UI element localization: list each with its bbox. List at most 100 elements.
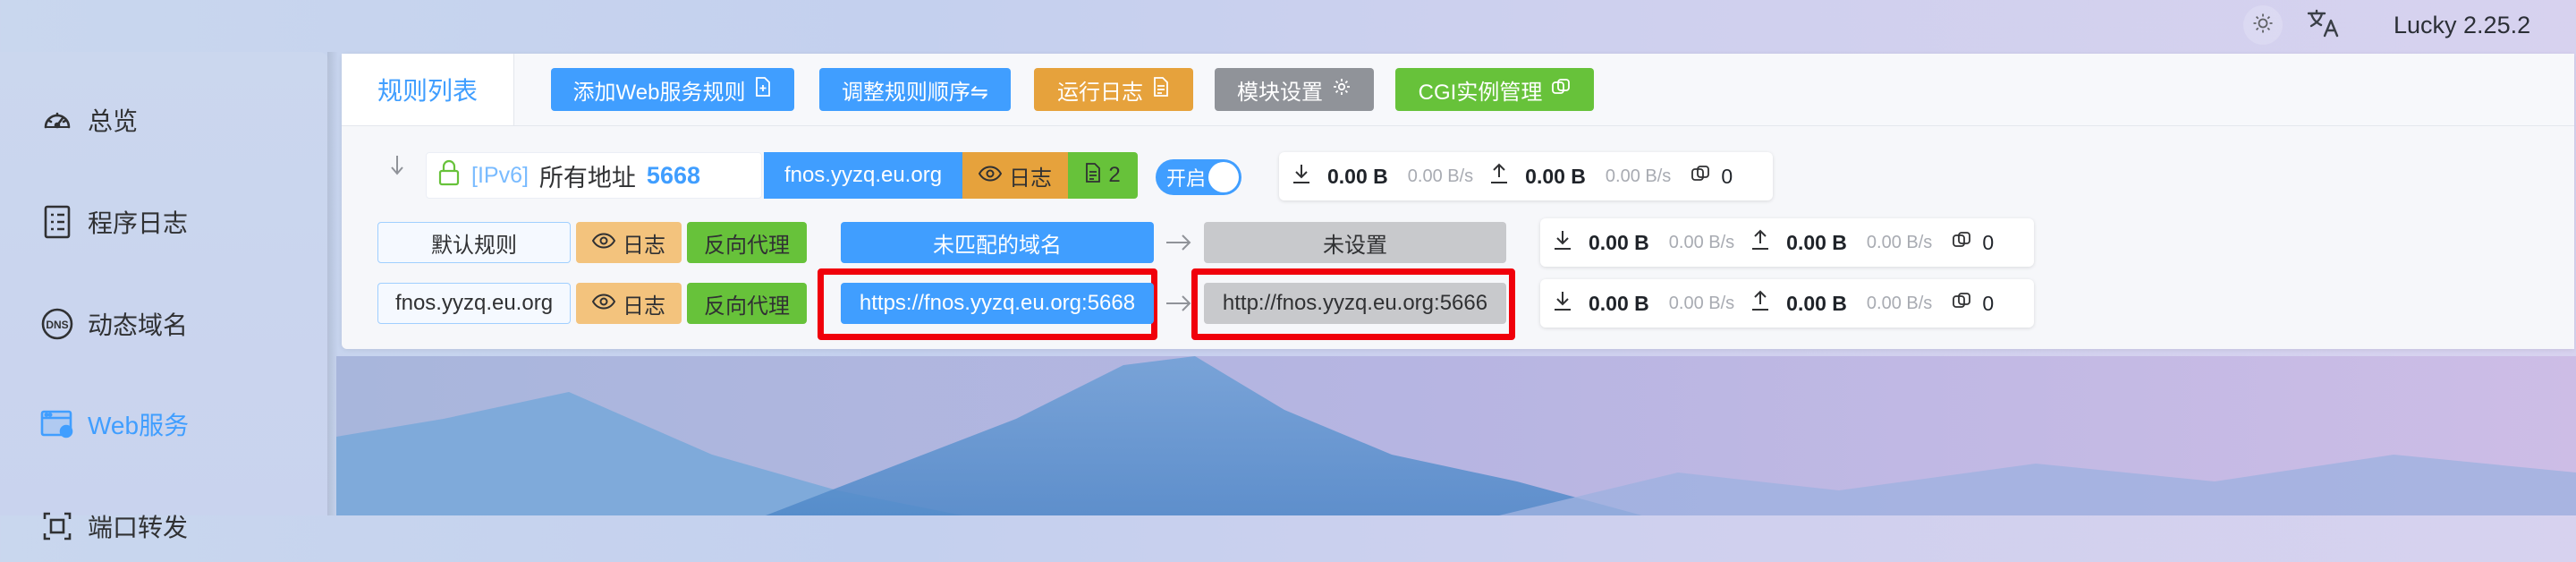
run-log-label: 运行日志 bbox=[1057, 80, 1143, 105]
dns-icon: DNS bbox=[38, 304, 77, 344]
sidebar-item-web-service[interactable]: Web服务 bbox=[0, 388, 329, 460]
sub-rule-log-label: 日志 bbox=[623, 233, 665, 258]
upload-rate: 0.00 B/s bbox=[1866, 232, 1933, 252]
sidebar-item-label: 程序日志 bbox=[88, 209, 189, 237]
upload-total: 0.00 B bbox=[1786, 230, 1847, 254]
top-bar: Lucky 2.25.2 bbox=[0, 0, 2576, 52]
connection-count: 0 bbox=[1721, 164, 1733, 188]
sub-rule-traffic-stats: 0.00 B 0.00 B/s 0.00 B 0.00 B/s 0 bbox=[1540, 279, 2034, 328]
connections-icon bbox=[1952, 230, 1971, 255]
eye-icon bbox=[978, 163, 1003, 188]
upload-icon bbox=[1750, 290, 1770, 317]
log-file-icon bbox=[38, 202, 77, 242]
connection-count: 0 bbox=[1982, 291, 1995, 315]
arrow-down-icon[interactable] bbox=[390, 154, 404, 180]
switch-label: 开启 bbox=[1166, 167, 1207, 190]
language-button[interactable] bbox=[2302, 7, 2345, 43]
connections-icon bbox=[1690, 164, 1710, 189]
sub-rule-name-tag: 默认规则 bbox=[377, 222, 571, 263]
download-icon bbox=[1553, 229, 1572, 256]
document-icon bbox=[1085, 162, 1101, 189]
download-total: 0.00 B bbox=[1589, 291, 1649, 315]
run-log-button[interactable]: 运行日志 bbox=[1034, 68, 1193, 111]
sub-rule-count: 2 bbox=[1108, 163, 1121, 187]
download-icon bbox=[1292, 163, 1311, 190]
eye-icon bbox=[591, 291, 616, 316]
sidebar-item-label: Web服务 bbox=[88, 412, 190, 439]
upload-icon bbox=[1489, 163, 1509, 190]
sub-rule-name-tag: fnos.yyzq.eu.org bbox=[377, 283, 571, 324]
sub-rule-target-tag: http://fnos.yyzq.eu.org:5666 bbox=[1204, 283, 1506, 324]
upload-total: 0.00 B bbox=[1525, 164, 1586, 188]
cgi-manage-button[interactable]: CGI实例管理 bbox=[1395, 68, 1594, 111]
web-service-panel: 规则列表 添加Web服务规则 调整规则顺序⇋ 运行日志 模块设置 CGI实例管理 bbox=[342, 54, 2574, 349]
sidebar-item-label: 动态域名 bbox=[88, 311, 189, 339]
listen-address-tag: [IPv6] 所有地址 5668 bbox=[426, 152, 762, 199]
download-total: 0.00 B bbox=[1589, 230, 1649, 254]
file-add-icon bbox=[754, 76, 772, 103]
download-icon bbox=[1553, 290, 1572, 317]
download-rate: 0.00 B/s bbox=[1407, 166, 1474, 186]
lock-icon bbox=[437, 159, 461, 192]
theme-toggle-button[interactable] bbox=[2243, 5, 2283, 45]
connection-count: 0 bbox=[1982, 230, 1995, 254]
download-total: 0.00 B bbox=[1327, 164, 1388, 188]
sun-icon bbox=[2252, 13, 2274, 38]
sub-rule-log-label: 日志 bbox=[623, 294, 665, 319]
module-settings-button[interactable]: 模块设置 bbox=[1215, 68, 1374, 111]
rule-traffic-stats: 0.00 B 0.00 B/s 0.00 B 0.00 B/s 0 bbox=[1279, 152, 1773, 200]
background-landscape bbox=[336, 356, 2576, 515]
arrow-right-icon bbox=[1165, 293, 1193, 319]
svg-text:DNS: DNS bbox=[46, 319, 68, 331]
sidebar: 总览 程序日志 DNS 动态域名 Web服务 端口转发 bbox=[0, 52, 329, 541]
upload-icon bbox=[1750, 229, 1770, 256]
listen-port-label: 5668 bbox=[646, 161, 700, 189]
web-service-icon bbox=[38, 404, 77, 444]
document-icon bbox=[1152, 76, 1170, 103]
dashboard-icon bbox=[38, 100, 77, 140]
add-web-rule-label: 添加Web服务规则 bbox=[572, 80, 746, 105]
reorder-rules-button[interactable]: 调整规则顺序⇋ bbox=[819, 68, 1011, 111]
sub-rule-type-tag: 反向代理 bbox=[687, 283, 807, 324]
rule-log-label: 日志 bbox=[1009, 166, 1052, 191]
connections-icon bbox=[1952, 291, 1971, 316]
app-version: Lucky 2.25.2 bbox=[2394, 12, 2531, 38]
panel-header: 规则列表 添加Web服务规则 调整规则顺序⇋ 运行日志 模块设置 CGI实例管理 bbox=[342, 54, 2574, 126]
rule-domain-tag: fnos.yyzq.eu.org bbox=[764, 152, 962, 199]
listen-address-label: 所有地址 bbox=[538, 164, 636, 192]
rule-enable-switch[interactable]: 开启 bbox=[1156, 159, 1241, 195]
reorder-rules-label: 调整规则顺序⇋ bbox=[841, 80, 989, 105]
sub-rule-match-tag: https://fnos.yyzq.eu.org:5668 bbox=[841, 283, 1154, 324]
sub-rule-log-button[interactable]: 日志 bbox=[576, 222, 682, 263]
sub-rule-count-tag[interactable]: 2 bbox=[1068, 152, 1138, 199]
sidebar-item-overview[interactable]: 总览 bbox=[0, 84, 329, 156]
cgi-manage-label: CGI实例管理 bbox=[1418, 80, 1543, 105]
sidebar-item-port-forward[interactable]: 端口转发 bbox=[0, 490, 329, 562]
copy-icon bbox=[1551, 77, 1571, 103]
rule-log-button[interactable]: 日志 bbox=[962, 152, 1068, 199]
eye-icon bbox=[591, 230, 616, 255]
sidebar-item-program-log[interactable]: 程序日志 bbox=[0, 186, 329, 258]
sidebar-item-ddns[interactable]: DNS 动态域名 bbox=[0, 288, 329, 360]
tab-rule-list[interactable]: 规则列表 bbox=[342, 54, 514, 125]
sub-rule-target-tag: 未设置 bbox=[1204, 222, 1506, 263]
gear-icon bbox=[1332, 77, 1352, 103]
sidebar-item-label: 总览 bbox=[88, 107, 139, 135]
upload-rate: 0.00 B/s bbox=[1605, 166, 1672, 186]
arrow-right-icon bbox=[1165, 232, 1193, 258]
sub-rule-log-button[interactable]: 日志 bbox=[576, 283, 682, 324]
download-rate: 0.00 B/s bbox=[1668, 293, 1735, 313]
sidebar-item-label: 端口转发 bbox=[88, 514, 189, 541]
download-rate: 0.00 B/s bbox=[1668, 232, 1735, 252]
upload-rate: 0.00 B/s bbox=[1866, 293, 1933, 313]
switch-knob bbox=[1208, 162, 1239, 192]
module-settings-label: 模块设置 bbox=[1237, 80, 1323, 105]
sub-rule-type-tag: 反向代理 bbox=[687, 222, 807, 263]
sub-rule-match-tag: 未匹配的域名 bbox=[841, 222, 1154, 263]
sub-rule-traffic-stats: 0.00 B 0.00 B/s 0.00 B 0.00 B/s 0 bbox=[1540, 218, 2034, 267]
add-web-rule-button[interactable]: 添加Web服务规则 bbox=[551, 68, 794, 111]
port-forward-icon bbox=[38, 507, 77, 546]
ip-version-label: [IPv6] bbox=[471, 162, 529, 188]
upload-total: 0.00 B bbox=[1786, 291, 1847, 315]
translate-icon bbox=[2306, 8, 2342, 43]
